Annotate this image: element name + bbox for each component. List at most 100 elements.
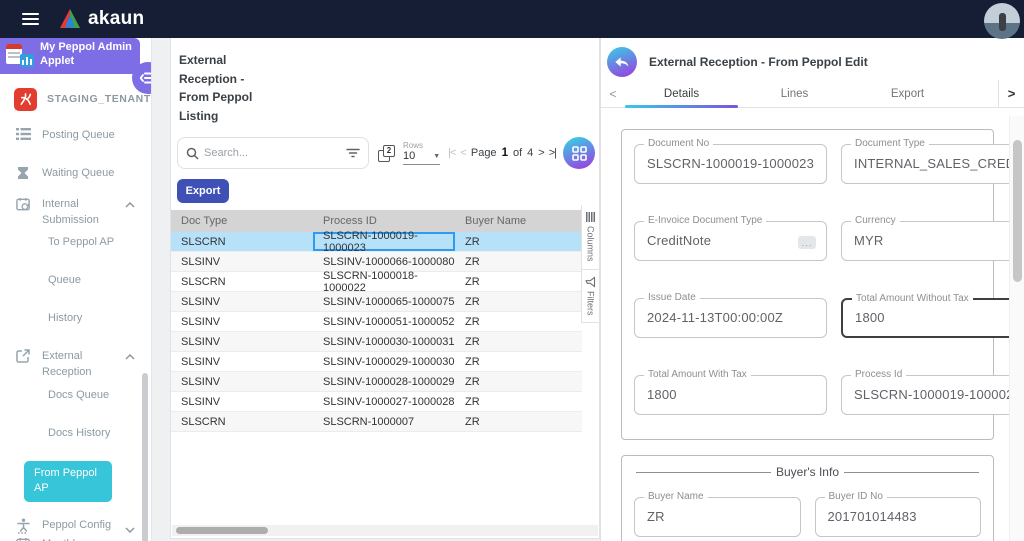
vertical-scrollbar-thumb[interactable] <box>1013 140 1022 282</box>
calendar-month-icon <box>14 537 32 541</box>
next-page-icon[interactable]: > <box>538 147 545 159</box>
rows-per-page-select[interactable]: Rows 10 ▼ <box>403 141 441 166</box>
listing-title: External Reception - From Peppol Listing <box>179 53 253 123</box>
field-process-id[interactable]: Process Id SLSCRN-1000019-1000023 <box>841 369 1024 415</box>
search-input[interactable] <box>204 147 341 160</box>
sidebar-item-internal-submission[interactable]: Internal Submission <box>0 196 151 229</box>
columns-icon <box>586 212 595 222</box>
active-tab-indicator <box>625 105 738 108</box>
sidebar-item-posting-queue[interactable]: Posting Queue <box>0 127 151 144</box>
field-buyer-name[interactable]: Buyer Name ZR <box>634 491 801 537</box>
page-of: of <box>512 147 523 160</box>
tenant-name: STAGING_TENANT <box>47 93 151 105</box>
sidebar: My Peppol Admin Applet STAGING_TENANT Po… <box>0 38 152 541</box>
back-button[interactable] <box>607 47 637 77</box>
table-row[interactable]: SLSINV SLSINV-1000065-1000075 ZR <box>171 292 582 313</box>
sidebar-item-monthly[interactable]: Monthly <box>0 536 151 541</box>
prev-page-icon[interactable]: < <box>460 147 467 159</box>
chevron-up-icon <box>125 201 135 208</box>
ellipsis-button[interactable]: ... <box>798 236 817 249</box>
page-current: 1 <box>501 147 508 160</box>
peppol-applet-icon <box>6 43 34 67</box>
calendar-sync-icon <box>14 197 32 212</box>
table-row[interactable]: SLSINV SLSINV-1000030-1000031 ZR <box>171 332 582 353</box>
table-row[interactable]: SLSINV SLSINV-1000029-1000030 ZR <box>171 352 582 373</box>
pages-icon[interactable]: 2 <box>378 144 395 162</box>
field-total-amount-without-tax[interactable]: Total Amount Without Tax 1800 <box>841 293 1024 338</box>
sidebar-item-docs-history[interactable]: Docs History <box>0 427 151 439</box>
column-header-buyer-name[interactable]: Buyer Name <box>455 215 582 227</box>
buyer-info-card: Buyer's Info Buyer Name ZR Buyer ID No 2… <box>621 455 994 541</box>
sidebar-item-external-reception[interactable]: External Reception <box>0 348 151 381</box>
chevron-up-icon <box>125 353 135 360</box>
document-fields-card: Document No SLSCRN-1000019-1000023 Docum… <box>621 129 1024 440</box>
list-icon <box>14 127 32 140</box>
detail-title: External Reception - From Peppol Edit <box>649 55 868 69</box>
grid-view-button[interactable] <box>563 137 595 170</box>
user-avatar[interactable] <box>984 3 1020 39</box>
table-row[interactable]: SLSCRN SLSCRN-1000007 ZR <box>171 412 582 433</box>
table-row[interactable]: SLSINV SLSINV-1000051-1000052 ZR <box>171 312 582 333</box>
horizontal-scrollbar-thumb[interactable] <box>176 527 268 534</box>
table-row[interactable]: SLSINV SLSINV-1000028-1000029 ZR <box>171 372 582 393</box>
last-page-icon[interactable]: >| <box>549 147 557 159</box>
top-bar: akaun <box>0 0 1024 39</box>
sidebar-item-waiting-queue[interactable]: Waiting Queue <box>0 165 151 182</box>
field-document-no[interactable]: Document No SLSCRN-1000019-1000023 <box>634 138 828 184</box>
filter-list-icon[interactable] <box>346 148 360 158</box>
tab-scroll-right-icon[interactable]: > <box>998 80 1024 107</box>
field-document-type[interactable]: Document Type INTERNAL_SALES_CREDIT_N <box>841 138 1024 184</box>
listing-panel: External Reception - From Peppol Listing… <box>170 38 600 539</box>
first-page-icon[interactable]: |< <box>448 147 456 159</box>
buyer-info-legend: Buyer's Info <box>636 465 979 479</box>
sidebar-item-peppol-config[interactable]: Peppol Config <box>0 517 151 535</box>
detail-header: External Reception - From Peppol Edit <box>601 38 1024 78</box>
hamburger-menu-icon[interactable] <box>10 13 50 25</box>
horizontal-scrollbar[interactable] <box>172 525 598 536</box>
tab-scroll-left-icon[interactable]: < <box>601 80 625 107</box>
sidebar-scrollbar[interactable] <box>142 373 148 541</box>
detail-panel: External Reception - From Peppol Edit < … <box>600 38 1024 541</box>
field-total-amount-with-tax[interactable]: Total Amount With Tax 1800 <box>634 369 828 415</box>
sidebar-item-queue[interactable]: Queue <box>0 274 151 286</box>
app-logo: akaun <box>58 8 144 30</box>
search-box <box>177 137 369 170</box>
page-prefix: Page <box>470 147 497 160</box>
page-total: 4 <box>527 147 534 160</box>
back-arrow-icon <box>615 57 629 67</box>
tab-lines[interactable]: Lines <box>738 80 851 107</box>
sidebar-item-docs-queue[interactable]: Docs Queue <box>0 389 151 401</box>
caret-down-icon: ▼ <box>433 152 441 160</box>
table-row[interactable]: SLSINV SLSINV-1000027-1000028 ZR <box>171 392 582 413</box>
grid-icon <box>571 146 587 161</box>
table-side-tabs: Columns Filters <box>581 205 599 324</box>
search-icon <box>186 147 199 160</box>
table-row[interactable]: SLSCRN SLSCRN-1000018-1000022 ZR <box>171 270 582 294</box>
tab-export[interactable]: Export <box>851 80 964 107</box>
rows-value: 10 <box>403 150 416 163</box>
data-table: Doc Type Process ID Buyer Name SLSCRN SL… <box>171 210 582 433</box>
panel-gap <box>152 38 170 541</box>
field-buyer-id-no[interactable]: Buyer ID No 201701014483 <box>814 491 981 537</box>
vertical-scrollbar[interactable] <box>1009 116 1024 541</box>
columns-tab[interactable]: Columns <box>582 205 599 270</box>
rows-label: Rows <box>403 141 424 151</box>
export-button[interactable]: Export <box>177 179 229 204</box>
sidebar-item-from-peppol-ap[interactable]: From Peppol AP <box>24 460 112 503</box>
field-currency[interactable]: Currency MYR <box>841 215 1024 261</box>
column-header-process-id[interactable]: Process ID <box>313 215 455 227</box>
hourglass-icon <box>14 166 32 180</box>
column-header-doc-type[interactable]: Doc Type <box>171 215 313 227</box>
field-einvoice-document-type[interactable]: E-Invoice Document Type CreditNote ... <box>634 215 828 261</box>
table-row[interactable]: SLSCRN SLSCRN-1000019-1000023 ZR <box>171 230 582 254</box>
applet-banner[interactable]: My Peppol Admin Applet <box>0 38 140 74</box>
sidebar-item-to-peppol-ap[interactable]: To Peppol AP <box>0 236 151 248</box>
tenant-selector[interactable]: STAGING_TENANT <box>0 74 151 111</box>
pagination: |< < Page 1 of 4 > >| <box>448 147 557 160</box>
tab-details[interactable]: Details <box>625 80 738 107</box>
logo-triangle-icon <box>58 8 82 30</box>
selected-cell[interactable]: SLSCRN-1000019-1000023 <box>313 230 455 254</box>
filters-tab[interactable]: Filters <box>582 270 599 324</box>
field-issue-date[interactable]: Issue Date 2024-11-13T00:00:00Z <box>634 292 828 338</box>
sidebar-item-history[interactable]: History <box>0 312 151 324</box>
